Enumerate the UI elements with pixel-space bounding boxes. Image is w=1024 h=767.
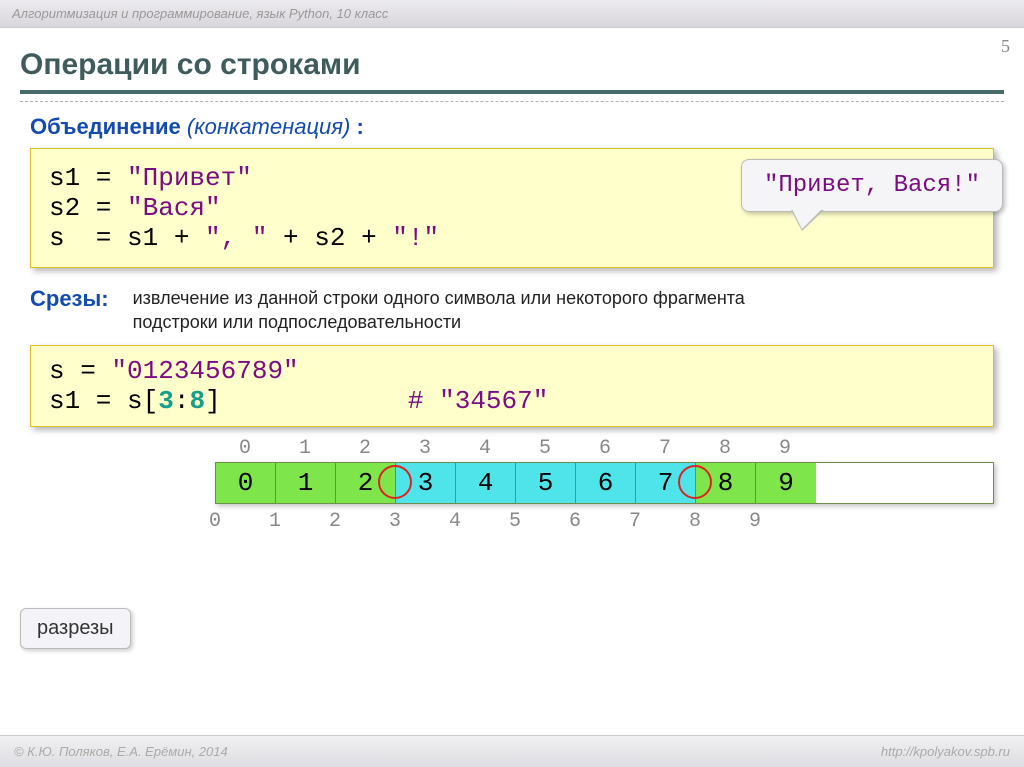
char-cell: 1 [276,463,336,503]
code-line-s1: s1 = s[3:8] # "34567" [49,386,975,416]
char-cell: 9 [756,463,816,503]
code-bracket: [ [143,386,159,416]
code-text: s1 = s [49,386,143,416]
code-colon: : [174,386,190,416]
top-index-cell: 1 [275,437,335,460]
slices-codebox: s = "0123456789" s1 = s[3:8] # "34567" [30,345,994,427]
concat-heading-italic: (конкатенация) [187,114,350,139]
char-table: 0123456789 [215,462,994,504]
footer-url: http://kpolyakov.spb.ru [881,744,1010,759]
code-spacer [221,386,408,416]
top-index-cell: 6 [575,437,635,460]
slices-heading: Срезы: [30,286,109,312]
footer-copyright: © К.Ю. Поляков, Е.А. Ерёмин, 2014 [14,744,228,759]
code-string: ", " [205,223,267,253]
code-line-s: s = "0123456789" [49,356,975,386]
code-string: "0123456789" [111,356,298,386]
bottom-index-row: 0123456789 [185,510,994,533]
slices-heading-row: Срезы: извлечение из данной строки одног… [30,286,994,335]
code-index: 8 [189,386,205,416]
bottom-index-cell: 7 [605,510,665,533]
content-area: Объединение (конкатенация) : s1 = "Приве… [0,94,1024,533]
code-text: s = [49,356,111,386]
cut-marker-8-icon [678,465,712,499]
bottom-index-cell: 5 [485,510,545,533]
bottom-index-cell: 6 [545,510,605,533]
result-callout: "Привет, Вася!" [741,159,1003,212]
bottom-index-cell: 3 [365,510,425,533]
code-text: s = s1 + [49,223,205,253]
code-bracket: ] [205,386,221,416]
char-cell: 4 [456,463,516,503]
bottom-index-cell: 2 [305,510,365,533]
top-index-row: 0123456789 [215,437,994,460]
cut-marker-3-icon [378,465,412,499]
char-cell: 5 [516,463,576,503]
code-text: s1 = [49,163,127,193]
top-index-cell: 9 [755,437,815,460]
bottom-index-cell: 4 [425,510,485,533]
bottom-index-cell: 1 [245,510,305,533]
page-title: Операции со строками [20,48,1004,90]
top-index-cell: 3 [395,437,455,460]
concat-codebox: s1 = "Привет" s2 = "Вася" s = s1 + ", " … [30,148,994,268]
title-bar: Операции со строками [20,48,1004,94]
top-index-cell: 4 [455,437,515,460]
razrezy-callout: разрезы [20,608,131,649]
header-breadcrumb: Алгоритмизация и программирование, язык … [0,0,1024,28]
char-cell: 0 [216,463,276,503]
code-string: "Вася" [127,193,221,223]
concat-heading-bold: Объединение [30,114,181,139]
bottom-index-cell: 0 [185,510,245,533]
char-table-wrap: 0123456789 [215,462,994,504]
code-text: s2 = [49,193,127,223]
code-index: 3 [158,386,174,416]
concat-heading-tail: : [350,114,363,139]
top-index-cell: 8 [695,437,755,460]
code-comment: # "34567" [408,386,548,416]
top-index-cell: 0 [215,437,275,460]
top-index-cell: 7 [635,437,695,460]
slices-description: извлечение из данной строки одного симво… [133,286,773,335]
code-text: + s2 + [267,223,392,253]
code-string: "Привет" [127,163,252,193]
footer-bar: © К.Ю. Поляков, Е.А. Ерёмин, 2014 http:/… [0,735,1024,767]
top-index-cell: 5 [515,437,575,460]
bottom-index-cell: 9 [725,510,785,533]
bottom-index-cell: 8 [665,510,725,533]
top-index-cell: 2 [335,437,395,460]
concat-heading: Объединение (конкатенация) : [30,114,994,140]
code-line-3: s = s1 + ", " + s2 + "!" [49,223,975,253]
char-cell: 6 [576,463,636,503]
code-string: "!" [392,223,439,253]
